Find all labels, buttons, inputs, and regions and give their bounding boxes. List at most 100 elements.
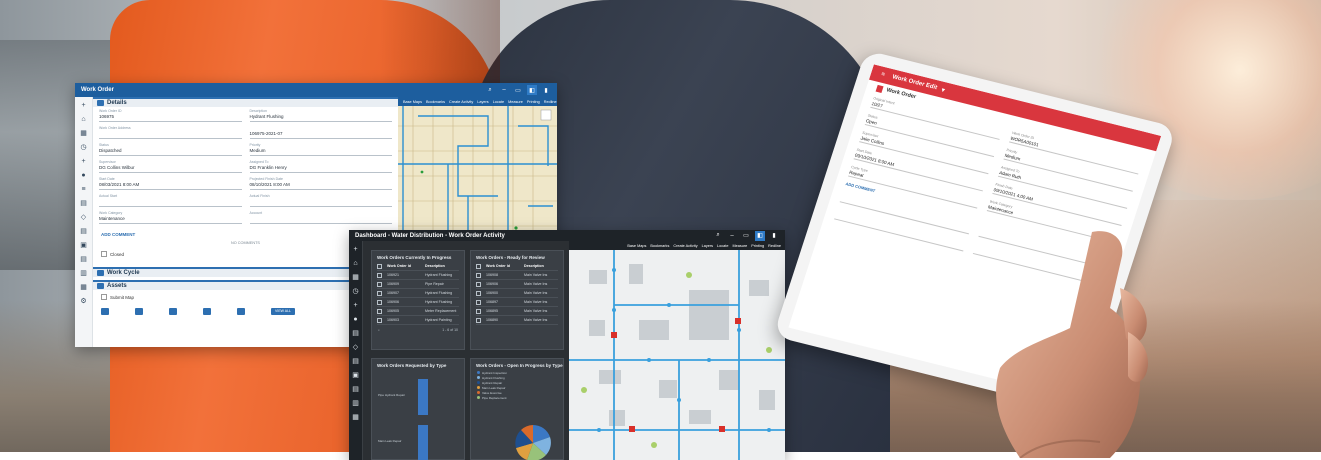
minimize-icon[interactable]: –: [727, 231, 737, 241]
split-view-icon[interactable]: ▭: [741, 231, 751, 241]
row-checkbox[interactable]: [377, 317, 382, 323]
map-tab-printing[interactable]: Printing: [527, 100, 540, 104]
document-icon[interactable]: ▤: [79, 255, 89, 265]
select-all-checkbox[interactable]: [377, 263, 382, 269]
map-tab-create-activity[interactable]: Create Activity: [673, 244, 697, 248]
field-work-order-id[interactable]: Work Order ID 106975: [99, 109, 242, 122]
grid-icon[interactable]: ▦: [79, 283, 89, 293]
map-tab-measure[interactable]: Measure: [732, 244, 747, 248]
map-tab-base-maps[interactable]: Base Maps: [627, 244, 646, 248]
map-view-icon[interactable]: ◧: [527, 85, 537, 95]
map-tab-create-activity[interactable]: Create Activity: [449, 100, 473, 104]
document-icon[interactable]: ▤: [79, 227, 89, 237]
select-all-checkbox[interactable]: [476, 263, 481, 269]
row-checkbox[interactable]: [476, 299, 481, 305]
menu-icon[interactable]: ≡: [880, 72, 885, 79]
home-icon[interactable]: ⌂: [79, 115, 89, 125]
bar[interactable]: [418, 425, 428, 460]
search-icon[interactable]: ⌕: [378, 328, 380, 332]
field-assigned-to[interactable]: Assigned To DG Franklin Henry: [249, 160, 392, 173]
field-projected-finish[interactable]: Projected Finish Date 08/10/2021 8:00 AM: [249, 177, 392, 190]
field-address[interactable]: Work Order Address: [99, 126, 242, 139]
table-row[interactable]: 106900 Main Valve Ins: [476, 289, 558, 298]
chevron-down-icon[interactable]: ▾: [941, 86, 946, 93]
user-icon[interactable]: ●: [351, 315, 361, 325]
list-icon[interactable]: ≡: [79, 185, 89, 195]
history-icon[interactable]: ◷: [79, 143, 89, 153]
row-checkbox[interactable]: [476, 290, 481, 296]
chart-icon[interactable]: ▥: [351, 399, 361, 409]
table-row[interactable]: 106909 Pipe Repair: [377, 280, 459, 289]
history-icon[interactable]: ◷: [351, 287, 361, 297]
document-icon[interactable]: ▤: [351, 357, 361, 367]
table-row[interactable]: 106907 Hydrant Flushing: [377, 289, 459, 298]
collapse-icon[interactable]: [97, 283, 104, 289]
tag-icon[interactable]: ◇: [351, 343, 361, 353]
plus-icon[interactable]: +: [351, 245, 361, 255]
table-row[interactable]: 106906 Hydrant Flushing: [377, 298, 459, 307]
asset-button[interactable]: [135, 308, 143, 315]
grid-icon[interactable]: ▦: [351, 413, 361, 423]
document-icon[interactable]: ▤: [351, 329, 361, 339]
field-supervisor[interactable]: Supervisor DG Collins Wilbur: [99, 160, 242, 173]
row-checkbox[interactable]: [377, 290, 382, 296]
submap-checkbox[interactable]: [101, 294, 107, 300]
row-checkbox[interactable]: [476, 272, 481, 278]
pager-text[interactable]: 1 - 6 of 10: [442, 328, 458, 332]
panel-view-icon[interactable]: ▮: [769, 231, 779, 241]
table-row[interactable]: 106890 Main Valve Ins: [476, 316, 558, 325]
field-priority[interactable]: Priority Medium: [249, 143, 392, 156]
app-title[interactable]: Work Order: [81, 87, 481, 93]
map-tab-redline[interactable]: Redline: [768, 244, 781, 248]
row-checkbox[interactable]: [476, 308, 481, 314]
calendar-icon[interactable]: ▦: [79, 129, 89, 139]
map-tab-redline[interactable]: Redline: [544, 100, 557, 104]
add-comment-link[interactable]: ADD COMMENT: [101, 232, 135, 237]
document-icon[interactable]: ▤: [351, 385, 361, 395]
field-status[interactable]: Status Dispatched: [99, 143, 242, 156]
field-reference[interactable]: 106975-2021-07: [249, 126, 392, 139]
map-tab-bookmarks[interactable]: Bookmarks: [426, 100, 445, 104]
asset-button[interactable]: [203, 308, 211, 315]
bar[interactable]: [418, 379, 428, 415]
calendar-icon[interactable]: ▦: [351, 273, 361, 283]
map-tab-bookmarks[interactable]: Bookmarks: [650, 244, 669, 248]
asset-button[interactable]: [237, 308, 245, 315]
user-icon[interactable]: ●: [79, 171, 89, 181]
settings-icon[interactable]: ⚙: [79, 297, 89, 307]
details-section-header[interactable]: Details: [93, 97, 398, 107]
panel-view-icon[interactable]: ▮: [541, 85, 551, 95]
split-view-icon[interactable]: ▭: [513, 85, 523, 95]
table-row[interactable]: 106903 Hydrant Painting: [377, 316, 459, 325]
table-row[interactable]: 106906 Main Valve Ins: [476, 280, 558, 289]
view-all-button[interactable]: VIEW ALL: [271, 308, 295, 315]
field-actual-finish[interactable]: Actual Finish: [249, 194, 392, 207]
map-tab-measure[interactable]: Measure: [508, 100, 523, 104]
row-checkbox[interactable]: [377, 281, 382, 287]
map-tab-base-maps[interactable]: Base Maps: [403, 100, 422, 104]
add-icon[interactable]: +: [79, 157, 89, 167]
pie-chart[interactable]: [513, 423, 553, 460]
row-checkbox[interactable]: [377, 299, 382, 305]
utility-map[interactable]: [569, 250, 785, 460]
table-row[interactable]: 106908 Main Valve Ins: [476, 271, 558, 280]
minimize-icon[interactable]: –: [499, 85, 509, 95]
field-start-date[interactable]: Start Date 08/03/2021 8:00 AM: [99, 177, 242, 190]
dashboard-map[interactable]: Base Maps Bookmarks Create Activity Laye…: [569, 241, 785, 460]
home-icon[interactable]: ⌂: [351, 259, 361, 269]
row-checkbox[interactable]: [377, 272, 382, 278]
clipboard-icon[interactable]: ▣: [351, 371, 361, 381]
map-tab-locate[interactable]: Locate: [717, 244, 728, 248]
table-row[interactable]: 106897 Main Valve Ins: [476, 298, 558, 307]
map-tab-layers[interactable]: Layers: [702, 244, 713, 248]
tag-icon[interactable]: ◇: [79, 213, 89, 223]
field-actual-start[interactable]: Actual Start: [99, 194, 242, 207]
map-tab-locate[interactable]: Locate: [493, 100, 504, 104]
map-tab-layers[interactable]: Layers: [477, 100, 488, 104]
row-checkbox[interactable]: [377, 308, 382, 314]
collapse-icon[interactable]: [97, 270, 104, 276]
add-icon[interactable]: +: [351, 301, 361, 311]
collapse-icon[interactable]: [97, 100, 104, 106]
search-icon[interactable]: ⌕: [485, 85, 495, 95]
field-account[interactable]: Account: [249, 211, 392, 224]
